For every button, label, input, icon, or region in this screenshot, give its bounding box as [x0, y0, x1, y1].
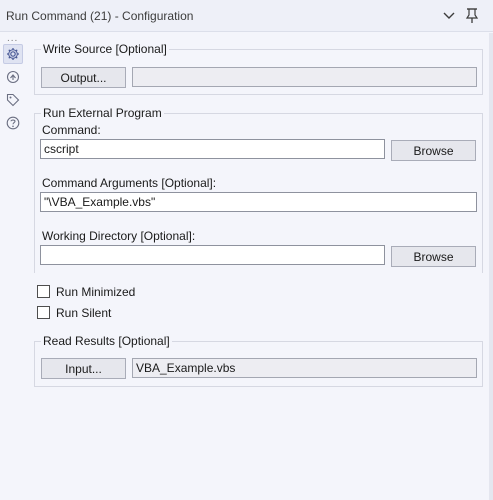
- gear-icon[interactable]: [3, 44, 23, 64]
- scrollbar[interactable]: [489, 33, 493, 500]
- args-label: Command Arguments [Optional]:: [42, 176, 217, 190]
- output-button[interactable]: Output...: [41, 67, 126, 88]
- command-label: Command:: [42, 123, 101, 137]
- args-field[interactable]: "\VBA_Example.vbs": [40, 192, 477, 212]
- window-title: Run Command (21) - Configuration: [6, 9, 194, 23]
- browse-command-button[interactable]: Browse: [391, 140, 476, 161]
- run-minimized-label: Run Minimized: [56, 285, 136, 299]
- tag-icon[interactable]: [3, 90, 23, 110]
- input-button[interactable]: Input...: [41, 358, 126, 379]
- help-icon[interactable]: [3, 113, 23, 133]
- input-file-field[interactable]: VBA_Example.vbs: [132, 358, 477, 378]
- write-source-title: Write Source [Optional]: [41, 42, 169, 56]
- side-toolbar: ...: [0, 33, 26, 500]
- workdir-label: Working Directory [Optional]:: [42, 229, 196, 243]
- read-results-title: Read Results [Optional]: [41, 334, 172, 348]
- refresh-icon[interactable]: [3, 67, 23, 87]
- pin-icon[interactable]: [463, 7, 481, 25]
- output-path-field[interactable]: [132, 67, 477, 87]
- run-minimized-checkbox[interactable]: [37, 285, 50, 298]
- run-external-title: Run External Program: [41, 106, 164, 120]
- run-silent-checkbox[interactable]: [37, 306, 50, 319]
- command-field[interactable]: cscript: [40, 139, 385, 159]
- browse-workdir-button[interactable]: Browse: [391, 246, 476, 267]
- chevron-down-icon[interactable]: [440, 7, 458, 25]
- run-silent-label: Run Silent: [56, 306, 112, 320]
- title-bar: Run Command (21) - Configuration: [0, 0, 493, 32]
- drag-handle[interactable]: ...: [7, 33, 18, 44]
- workdir-field[interactable]: [40, 245, 385, 265]
